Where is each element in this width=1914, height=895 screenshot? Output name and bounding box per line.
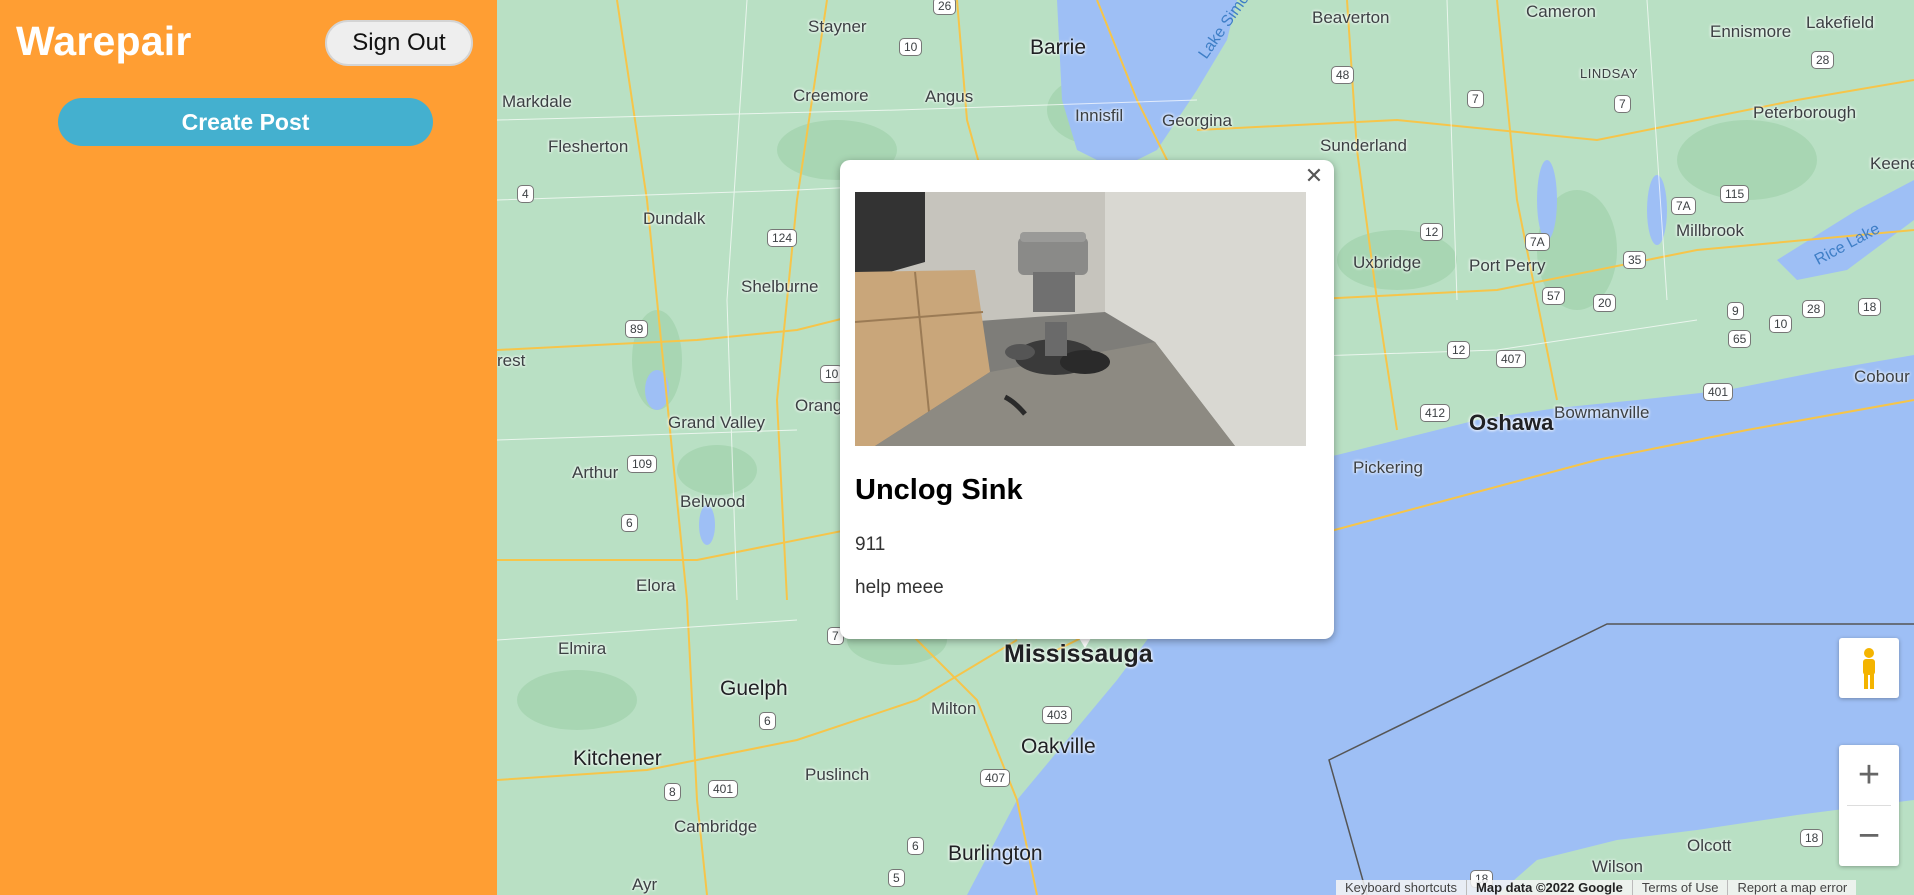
- map-label-town: Ayr: [632, 875, 658, 894]
- highway-shield: 7A: [1525, 233, 1550, 251]
- report-map-error-link[interactable]: Report a map error: [1728, 880, 1856, 895]
- highway-shield: 403: [1042, 706, 1073, 724]
- map-label-town: Elmira: [558, 639, 607, 658]
- map-attribution: Keyboard shortcuts Map data ©2022 Google…: [1336, 880, 1857, 895]
- map-label-town: Cobour: [1854, 367, 1910, 386]
- post-popup: ✕ Unclog Sink 911 help meee: [840, 160, 1334, 639]
- highway-shield: 7: [1467, 90, 1484, 108]
- map-label-pickering: Pickering: [1353, 458, 1423, 477]
- zoom-controls: + −: [1839, 745, 1899, 866]
- create-post-button[interactable]: Create Post: [58, 98, 433, 146]
- highway-shield: 10: [1769, 315, 1793, 333]
- map-label-town: Cameron: [1526, 2, 1596, 21]
- highway-shield: 6: [621, 514, 638, 532]
- map-label-town: Elora: [636, 576, 676, 595]
- highway-shield: 7A: [1671, 197, 1696, 215]
- map-label-town: Bowmanville: [1554, 403, 1650, 422]
- app-title: Warepair: [16, 18, 192, 64]
- highway-shield: 407: [980, 769, 1011, 787]
- highway-shield: 401: [708, 780, 739, 798]
- map-label-milton: Milton: [931, 699, 977, 718]
- map-label-guelph: Guelph: [720, 677, 788, 700]
- post-title: Unclog Sink: [855, 474, 1023, 506]
- highway-shield: 7: [1614, 95, 1631, 113]
- map-label-town: Wilson: [1592, 857, 1644, 876]
- highway-shield: 6: [759, 712, 776, 730]
- map-label-town: Lakefield: [1806, 13, 1875, 32]
- map-label-town: Creemore: [793, 86, 869, 105]
- map-label-town: Sunderland: [1320, 136, 1407, 155]
- post-description: help meee: [855, 577, 944, 598]
- map-label-lindsay: LINDSAY: [1580, 66, 1639, 81]
- highway-shield: 48: [1331, 66, 1355, 84]
- highway-shield: 5: [888, 869, 905, 887]
- highway-shield: 10: [899, 38, 923, 56]
- post-image: [855, 192, 1306, 446]
- map-label-oakville: Oakville: [1021, 735, 1096, 758]
- zoom-in-button[interactable]: +: [1839, 745, 1899, 805]
- map-label-town: Millbrook: [1676, 221, 1745, 240]
- map-label-peterborough: Peterborough: [1753, 103, 1857, 122]
- highway-shield: 26: [933, 0, 957, 15]
- map-label-town: Arthur: [572, 463, 619, 482]
- highway-shield: 20: [1593, 294, 1617, 312]
- terms-of-use-link[interactable]: Terms of Use: [1633, 880, 1729, 895]
- map-label-town: Shelburne: [741, 277, 819, 296]
- map-label-town: Belwood: [680, 492, 746, 511]
- highway-shield: 4: [517, 185, 534, 203]
- highway-shield: 412: [1420, 404, 1451, 422]
- map-label-cambridge: Cambridge: [674, 817, 758, 836]
- highway-shield: 401: [1703, 383, 1734, 401]
- sidebar: Warepair Sign Out Create Post: [0, 0, 497, 895]
- app: Warepair Sign Out Create Post Mississaug…: [0, 0, 1914, 895]
- map-label-town: Stayner: [808, 17, 867, 36]
- map-label-town: Dundalk: [643, 209, 706, 228]
- highway-shield: 57: [1542, 287, 1566, 305]
- map-label-burlington: Burlington: [948, 842, 1043, 865]
- map-label-town: rest: [497, 351, 526, 370]
- pegman-icon: [1863, 648, 1875, 689]
- highway-shield: 12: [1420, 223, 1444, 241]
- close-icon[interactable]: ✕: [1300, 162, 1328, 190]
- map-label-kitchener: Kitchener: [573, 747, 662, 770]
- highway-shield: 35: [1623, 251, 1647, 269]
- map-label-town: Grand Valley: [668, 413, 766, 432]
- map-label-town: Keene: [1870, 154, 1914, 173]
- map-label-town: Beaverton: [1312, 8, 1390, 27]
- map-label-barrie: Barrie: [1030, 36, 1087, 59]
- map-label-town: Georgina: [1162, 111, 1232, 130]
- map-data-text: Map data ©2022 Google: [1467, 880, 1633, 895]
- highway-shield: 28: [1811, 51, 1835, 69]
- map-label-town: Port Perry: [1469, 256, 1546, 275]
- highway-shield: 12: [1447, 341, 1471, 359]
- highway-shield: 28: [1802, 300, 1826, 318]
- zoom-out-button[interactable]: −: [1839, 806, 1899, 866]
- highway-shield: 89: [625, 320, 649, 338]
- post-phone: 911: [855, 534, 886, 555]
- highway-shield: 65: [1728, 330, 1752, 348]
- map-label-oshawa: Oshawa: [1469, 410, 1554, 435]
- highway-shield: 407: [1496, 350, 1527, 368]
- highway-shield: 124: [767, 229, 798, 247]
- highway-shield: 8: [664, 783, 681, 801]
- map-label-town: Ennismore: [1710, 22, 1792, 41]
- highway-shield: 18: [1858, 298, 1882, 316]
- highway-shield: 9: [1727, 302, 1744, 320]
- street-view-pegman-button[interactable]: [1839, 638, 1899, 698]
- map-label-town: Olcott: [1687, 836, 1732, 855]
- map-label-town: Orang: [795, 396, 843, 415]
- map-label-town: Innisfil: [1075, 106, 1124, 125]
- map-label-town: Puslinch: [805, 765, 870, 784]
- map-label-town: Markdale: [502, 92, 572, 111]
- highway-shield: 6: [907, 837, 924, 855]
- map-label-town: Angus: [925, 87, 974, 106]
- highway-shield: 18: [1800, 829, 1824, 847]
- keyboard-shortcuts-link[interactable]: Keyboard shortcuts: [1336, 880, 1468, 895]
- highway-shield: 109: [627, 455, 658, 473]
- map-label-town: Uxbridge: [1353, 253, 1422, 272]
- map-label-town: Flesherton: [548, 137, 629, 156]
- highway-shield: 115: [1720, 185, 1750, 203]
- sign-out-button[interactable]: Sign Out: [325, 20, 473, 66]
